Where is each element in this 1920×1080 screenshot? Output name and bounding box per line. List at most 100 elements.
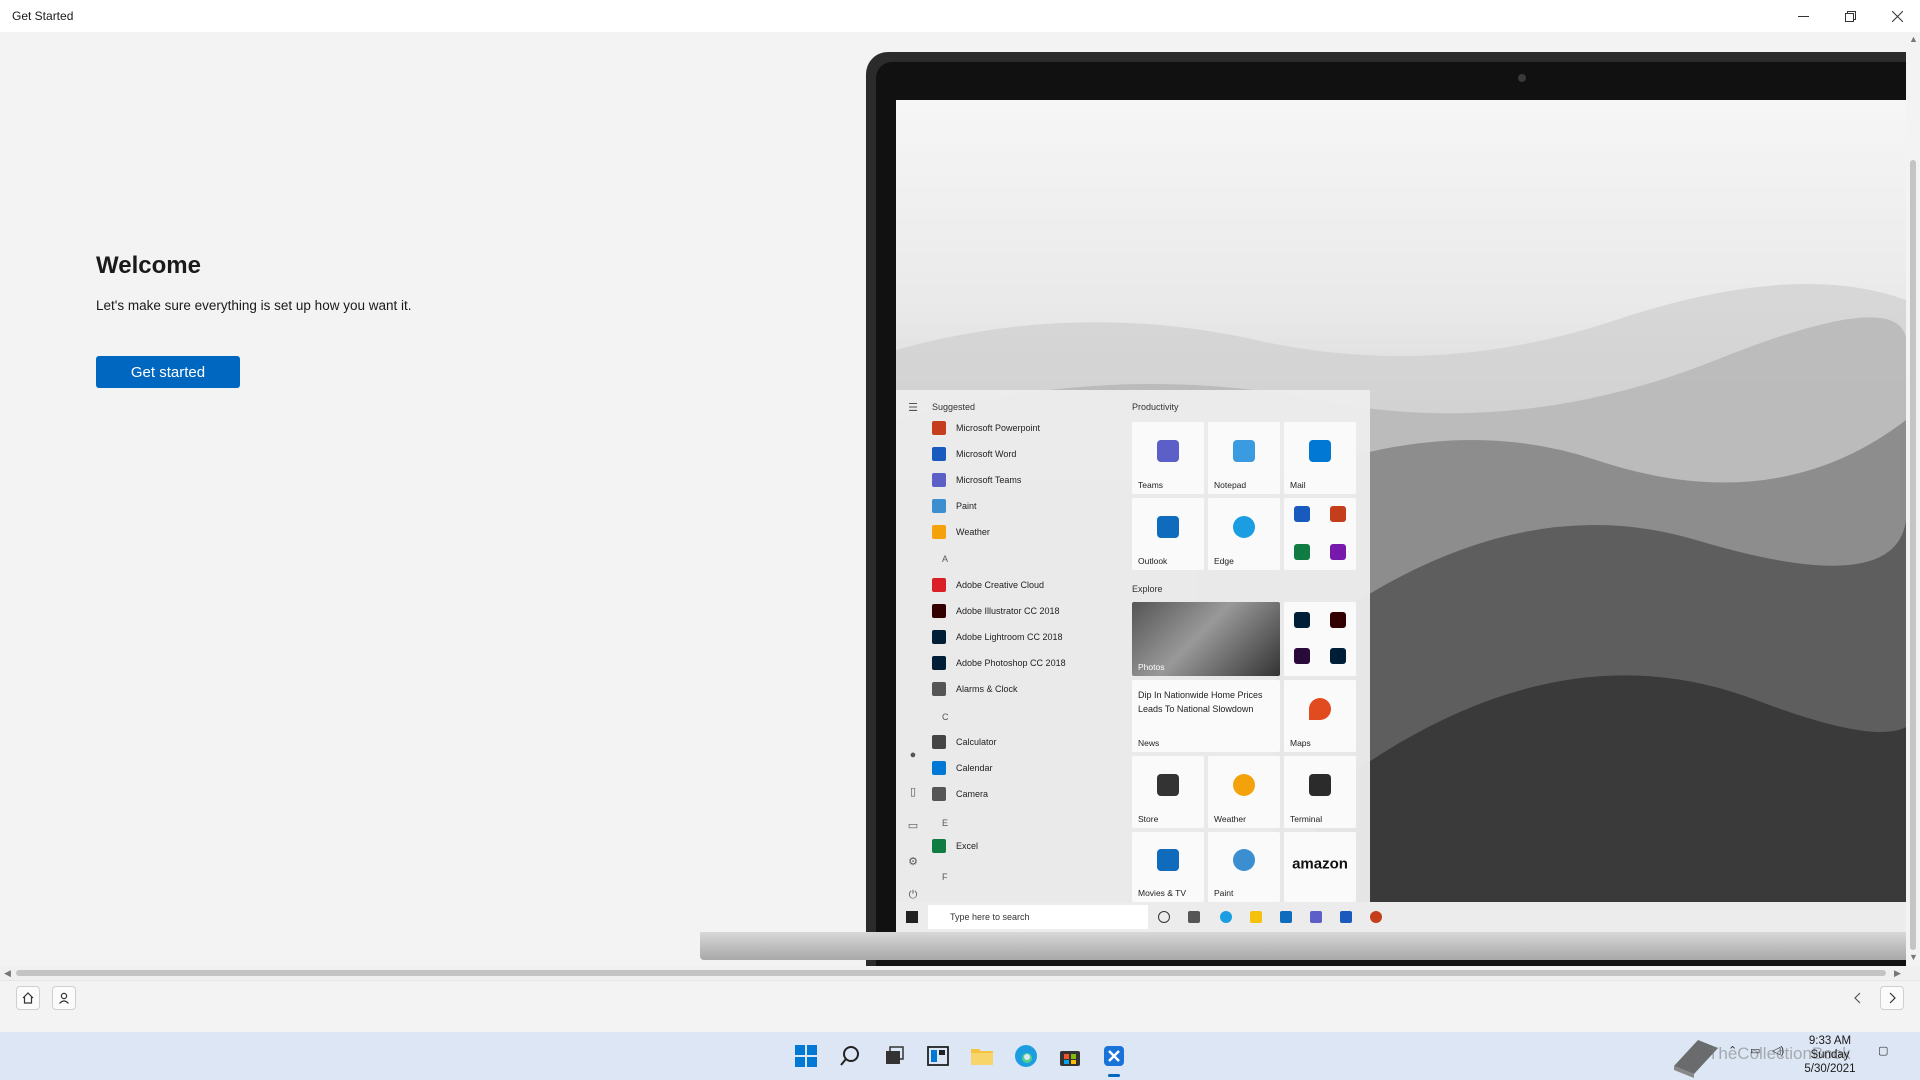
tile-outlook: Outlook <box>1132 498 1204 570</box>
illustration-taskbar: Type here to search <box>896 902 1906 932</box>
weather-icon <box>1233 773 1255 796</box>
tile-photos: Photos <box>1132 602 1280 676</box>
close-button[interactable] <box>1874 0 1920 32</box>
app-icon <box>932 473 946 487</box>
store-icon <box>1060 1051 1080 1066</box>
tile-weather: Weather <box>1208 756 1280 828</box>
outlook-icon <box>1157 515 1179 538</box>
word-icon <box>1294 506 1310 522</box>
app-icon <box>932 682 946 696</box>
lightroom-icon <box>1330 648 1346 664</box>
clock[interactable]: 9:33 AM Sunday 5/30/2021 <box>1800 1034 1860 1076</box>
volume-icon[interactable]: ◁) <box>1772 1044 1784 1057</box>
folder-icon <box>1250 911 1262 923</box>
camera-icon <box>1518 74 1526 82</box>
tile-edge: Edge <box>1208 498 1280 570</box>
store-icon <box>1157 773 1179 796</box>
edge-button[interactable] <box>1010 1040 1042 1072</box>
horizontal-scrollbar[interactable]: ◀ ▶ <box>0 966 1920 980</box>
scroll-down-icon[interactable]: ▼ <box>1909 952 1918 962</box>
list-item: Calculator <box>932 732 997 752</box>
tile-notepad: Notepad <box>1208 422 1280 494</box>
list-item: Microsoft Teams <box>932 470 1021 490</box>
chevron-up-icon[interactable]: ⌃ <box>1728 1044 1737 1057</box>
tile-teams: Teams <box>1132 422 1204 494</box>
account-button[interactable] <box>52 986 76 1010</box>
next-button[interactable] <box>1880 986 1904 1010</box>
map-pin-icon <box>1309 697 1331 720</box>
tile-store: Store <box>1132 756 1204 828</box>
list-item: Adobe Illustrator CC 2018 <box>932 601 1060 621</box>
pictures-icon: ▭ <box>907 819 919 832</box>
app-icon <box>932 630 946 644</box>
search-button[interactable] <box>834 1040 866 1072</box>
restore-button[interactable] <box>1827 0 1873 32</box>
list-item: Microsoft Powerpoint <box>932 418 1040 438</box>
edge-icon <box>1233 515 1255 538</box>
paint-icon <box>1233 849 1255 871</box>
store-button[interactable] <box>1054 1040 1086 1072</box>
welcome-subtitle: Let's make sure everything is set up how… <box>96 298 412 313</box>
horizontal-scroll-thumb[interactable] <box>16 970 1886 976</box>
get-started-app-button[interactable] <box>1098 1040 1130 1072</box>
system-taskbar: TheCollectionBook ⌃ ▭ ◁) 9:33 AM Sunday … <box>0 1032 1920 1080</box>
previous-button[interactable] <box>1846 986 1870 1010</box>
tile-mail: Mail <box>1284 422 1356 494</box>
vertical-scrollbar[interactable]: ▲ ▼ <box>1906 32 1920 966</box>
clock-day: Sunday <box>1810 1049 1850 1061</box>
edge-icon <box>1015 1045 1037 1067</box>
letter-heading: F <box>942 872 948 882</box>
search-icon <box>840 1046 859 1066</box>
laptop-screen: ☰ ● ▯ ▭ ⚙ ⏻ Suggested Microsoft Powerpoi… <box>896 100 1906 946</box>
letter-heading: E <box>942 818 949 828</box>
laptop-base <box>700 932 1906 960</box>
start-button[interactable] <box>790 1040 822 1072</box>
get-started-button[interactable]: Get started <box>96 356 240 388</box>
app-icon <box>932 499 946 513</box>
powerpoint-icon <box>1330 506 1346 522</box>
avatar: ● <box>909 749 917 761</box>
cortana-icon <box>1158 911 1170 923</box>
clock-time: 9:33 AM <box>1808 1035 1852 1047</box>
scroll-left-icon[interactable]: ◀ <box>4 968 11 979</box>
active-app-indicator <box>1108 1074 1120 1077</box>
list-item: Weather <box>932 522 990 542</box>
main-content: Welcome Let's make sure everything is se… <box>0 32 1906 966</box>
app-icon <box>932 839 946 853</box>
network-icon[interactable]: ▭ <box>1750 1044 1760 1057</box>
person-icon <box>59 992 69 1004</box>
letter-heading: A <box>942 554 949 564</box>
word-icon <box>1340 911 1352 923</box>
tile-adobe-group <box>1284 602 1356 676</box>
list-item: Excel <box>932 836 978 856</box>
bottom-navigation <box>0 980 1920 1014</box>
edge-icon <box>1220 911 1232 923</box>
tile-news: Dip In Nationwide Home Prices Leads To N… <box>1132 680 1280 752</box>
notepad-icon <box>1233 439 1255 462</box>
mail-icon <box>1309 439 1331 462</box>
photoshop-icon <box>1294 612 1310 628</box>
notification-icon[interactable]: ▢ <box>1878 1044 1888 1057</box>
home-button[interactable] <box>16 986 40 1010</box>
scroll-right-icon[interactable]: ▶ <box>1894 968 1901 979</box>
laptop-illustration: ☰ ● ▯ ▭ ⚙ ⏻ Suggested Microsoft Powerpoi… <box>866 52 1906 966</box>
suggested-heading: Suggested <box>932 402 976 412</box>
teams-icon <box>1310 911 1322 923</box>
widgets-button[interactable] <box>922 1040 954 1072</box>
list-item: Camera <box>932 784 988 804</box>
app-icon <box>932 525 946 539</box>
onenote-icon <box>1330 544 1346 560</box>
start-menu-rail: ☰ ● ▯ ▭ ⚙ ⏻ <box>896 390 930 902</box>
tile-paint: Paint <box>1208 832 1280 902</box>
vertical-scroll-thumb[interactable] <box>1910 160 1916 950</box>
window-title: Get Started <box>12 9 74 23</box>
minimize-button[interactable] <box>1780 0 1826 32</box>
minimize-icon <box>1797 15 1809 17</box>
tile-movies: Movies & TV <box>1132 832 1204 902</box>
task-view-button[interactable] <box>878 1040 910 1072</box>
teams-icon <box>1157 439 1179 462</box>
scroll-up-icon[interactable]: ▲ <box>1909 34 1918 44</box>
list-item: Calendar <box>932 758 993 778</box>
windows-icon <box>795 1045 817 1067</box>
file-explorer-button[interactable] <box>966 1040 998 1072</box>
